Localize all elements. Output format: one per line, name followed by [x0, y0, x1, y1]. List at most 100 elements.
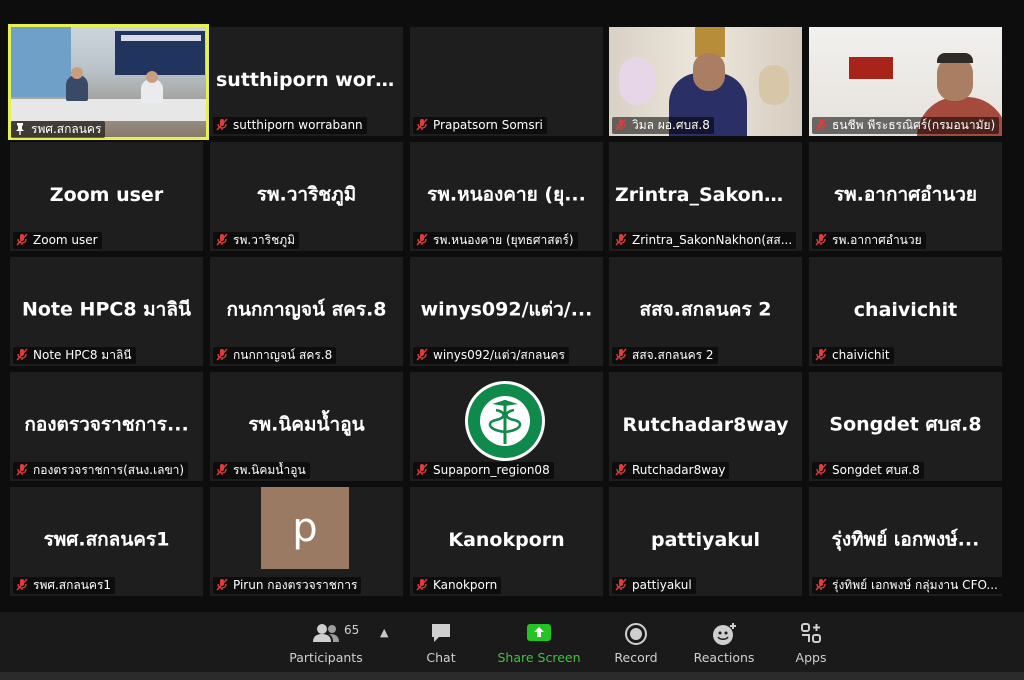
- participant-tile[interactable]: รพ.นิคมน้ำอูน รพ.นิคมน้ำอูน: [210, 372, 403, 481]
- participant-name-tag: pattiyakul: [612, 577, 696, 594]
- participant-display-name: Note HPC8 มาลินี: [22, 298, 191, 321]
- participant-name: รพศ.สกลนคร1: [33, 578, 112, 592]
- participant-name: รพ.หนองคาย (ยุทธศาสตร์): [433, 233, 574, 247]
- apps-label: Apps: [795, 650, 827, 665]
- participant-name-tag: รพ.หนองคาย (ยุทธศาสตร์): [413, 232, 578, 249]
- participant-tile[interactable]: pattiyakul pattiyakul: [609, 487, 802, 596]
- participant-name-tag: Kanokporn: [413, 577, 502, 594]
- participants-chevron-up-icon[interactable]: ▲: [380, 626, 388, 639]
- participant-tile[interactable]: Zrintra_SakonN... Zrintra_SakonNakhon(สส.…: [609, 142, 802, 251]
- muted-mic-icon: [216, 578, 228, 591]
- pin-icon: [16, 123, 24, 135]
- participant-name-tag: รพศ.สกลนคร: [11, 121, 106, 138]
- participant-display-name: รพศ.สกลนคร1: [43, 528, 170, 551]
- muted-mic-icon: [815, 118, 827, 131]
- participant-tile[interactable]: รุ่งทิพย์ เอกพงษ์... รุ่งทิพย์ เอกพงษ์ กล…: [809, 487, 1002, 596]
- share-screen-label: Share Screen: [497, 650, 581, 665]
- chat-button[interactable]: Chat: [414, 616, 468, 670]
- participant-name: รพศ.สกลนคร: [31, 122, 102, 136]
- participant-name: Note HPC8 มาลินี: [33, 348, 132, 362]
- participant-tile[interactable]: Songdet ศบส.8 Songdet ศบส.8: [809, 372, 1002, 481]
- participants-label: Participants: [289, 650, 363, 665]
- participant-name-tag: กนกกาญจน์ สคร.8: [213, 347, 337, 364]
- participants-count: 65: [344, 623, 360, 637]
- video-grid: รพศ.สกลนคร sutthiporn worr... sutthiporn w…: [0, 0, 1024, 612]
- participant-name: สสจ.สกลนคร 2: [632, 348, 714, 362]
- participant-display-name: winys092/แต่ว/...: [420, 298, 593, 321]
- participant-name-tag: กองตรวจราชการ(สนง.เลขา): [13, 462, 189, 479]
- participant-tile[interactable]: รพ.วาริชภูมิ รพ.วาริชภูมิ: [210, 142, 403, 251]
- participant-name-tag: ธนชีพ พีระธรณิศร์(กรมอนามัย): [812, 117, 1000, 134]
- participant-name-tag: Rutchadar8way: [612, 462, 730, 479]
- participant-tile[interactable]: winys092/แต่ว/... winys092/แต่ว/สกลนคร: [410, 257, 603, 366]
- participant-display-name: กนกกาญจน์ สคร.8: [226, 298, 387, 321]
- muted-mic-icon: [815, 348, 827, 361]
- participant-tile[interactable]: chaivichit chaivichit: [809, 257, 1002, 366]
- participant-tile[interactable]: Zoom user Zoom user: [10, 142, 203, 251]
- participant-display-name: รพ.หนองคาย (ยุ...: [427, 183, 586, 206]
- muted-mic-icon: [416, 348, 428, 361]
- participant-name-tag: Supaporn_region08: [413, 462, 554, 479]
- participant-name: รพ.วาริชภูมิ: [233, 233, 296, 247]
- muted-mic-icon: [216, 118, 228, 131]
- muted-mic-icon: [416, 578, 428, 591]
- reactions-label: Reactions: [693, 650, 755, 665]
- participant-tile[interactable]: กนกกาญจน์ สคร.8 กนกกาญจน์ สคร.8: [210, 257, 403, 366]
- participant-name-tag: Note HPC8 มาลินี: [13, 347, 136, 364]
- participant-name: Songdet ศบส.8: [832, 463, 920, 477]
- record-icon: [625, 623, 647, 645]
- participant-tile[interactable]: สสจ.สกลนคร 2 สสจ.สกลนคร 2: [609, 257, 802, 366]
- apps-button[interactable]: Apps: [786, 616, 836, 670]
- taskbar-strip: [0, 672, 1024, 680]
- participant-tile[interactable]: Supaporn_region08: [410, 372, 603, 481]
- participant-name: กองตรวจราชการ(สนง.เลขา): [33, 463, 185, 477]
- participant-tile[interactable]: p Pirun กองตรวจราชการ: [210, 487, 403, 596]
- participant-tile[interactable]: Rutchadar8way Rutchadar8way: [609, 372, 802, 481]
- participant-tile[interactable]: รพ.หนองคาย (ยุ... รพ.หนองคาย (ยุทธศาสตร์): [410, 142, 603, 251]
- participant-display-name: รพ.นิคมน้ำอูน: [248, 413, 365, 436]
- participant-name: รพ.อากาศอำนวย: [832, 233, 922, 247]
- participant-tile[interactable]: รพ.อากาศอำนวย รพ.อากาศอำนวย: [809, 142, 1002, 251]
- muted-mic-icon: [216, 233, 228, 246]
- muted-mic-icon: [615, 118, 627, 131]
- ministry-of-public-health-logo: [465, 381, 545, 461]
- participant-name-tag: รพศ.สกลนคร1: [13, 577, 116, 594]
- participant-tile[interactable]: Note HPC8 มาลินี Note HPC8 มาลินี: [10, 257, 203, 366]
- participant-name-tag: รพ.อากาศอำนวย: [812, 232, 926, 249]
- participant-tile[interactable]: sutthiporn worr... sutthiporn worrabann: [210, 27, 403, 136]
- share-screen-button[interactable]: Share Screen: [494, 616, 584, 670]
- participant-name-tag: chaivichit: [812, 347, 894, 364]
- participant-name: วิมล ผอ.ศบส.8: [632, 118, 710, 132]
- participant-display-name: รพ.อากาศอำนวย: [833, 183, 978, 206]
- participant-name-tag: Prapatsorn Somsri: [413, 117, 547, 134]
- participant-tile[interactable]: ธนชีพ พีระธรณิศร์(กรมอนามัย): [809, 27, 1002, 136]
- muted-mic-icon: [615, 578, 627, 591]
- chat-label: Chat: [426, 650, 456, 665]
- participant-name: Zoom user: [33, 233, 98, 247]
- muted-mic-icon: [216, 463, 228, 476]
- participant-name: Supaporn_region08: [433, 463, 550, 477]
- participant-name-tag: Songdet ศบส.8: [812, 462, 924, 479]
- participant-tile[interactable]: Prapatsorn Somsri: [410, 27, 603, 136]
- participant-tile[interactable]: Kanokporn Kanokporn: [410, 487, 603, 596]
- participant-tile[interactable]: วิมล ผอ.ศบส.8: [609, 27, 802, 136]
- muted-mic-icon: [416, 233, 428, 246]
- participant-tile[interactable]: กองตรวจราชการ... กองตรวจราชการ(สนง.เลขา): [10, 372, 203, 481]
- participant-display-name: กองตรวจราชการ...: [24, 413, 189, 436]
- record-button[interactable]: Record: [608, 616, 664, 670]
- participant-tile[interactable]: รพศ.สกลนคร: [8, 24, 209, 140]
- muted-mic-icon: [815, 463, 827, 476]
- participant-display-name: รุ่งทิพย์ เอกพงษ์...: [831, 528, 980, 551]
- participant-name: winys092/แต่ว/สกลนคร: [433, 348, 565, 362]
- muted-mic-icon: [216, 348, 228, 361]
- avatar: p: [261, 487, 349, 569]
- participant-name-tag: รุ่งทิพย์ เอกพงษ์ กลุ่มงาน CFO...: [812, 577, 1002, 594]
- muted-mic-icon: [615, 348, 627, 361]
- participant-tile[interactable]: รพศ.สกลนคร1 รพศ.สกลนคร1: [10, 487, 203, 596]
- participant-display-name: Kanokporn: [448, 528, 565, 551]
- meeting-toolbar: Participants 65 ▲ Chat Share Screen Reco…: [0, 612, 1024, 672]
- reactions-button[interactable]: Reactions: [690, 616, 758, 670]
- participant-display-name: Songdet ศบส.8: [829, 413, 982, 436]
- participant-name: รพ.นิคมน้ำอูน: [233, 463, 306, 477]
- participant-display-name: สสจ.สกลนคร 2: [639, 298, 772, 321]
